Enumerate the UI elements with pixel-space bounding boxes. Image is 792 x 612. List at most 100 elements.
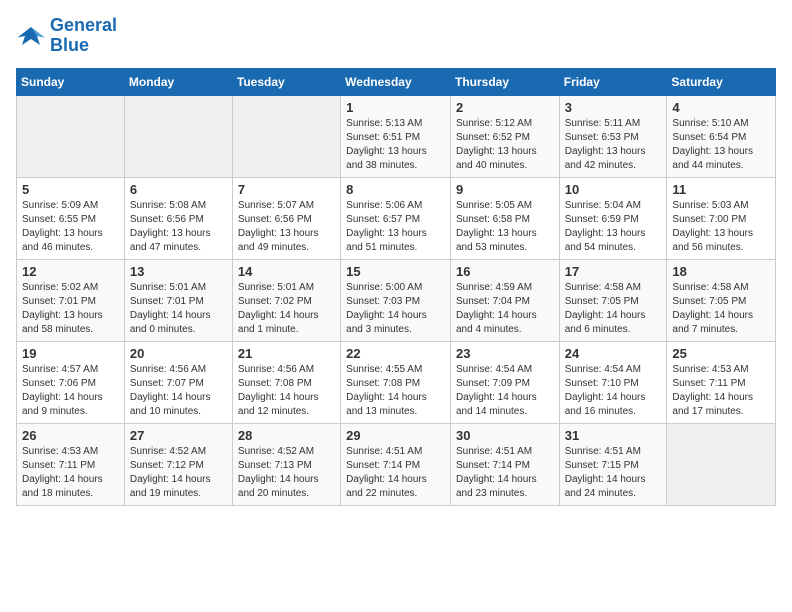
calendar-week-5: 26Sunrise: 4:53 AM Sunset: 7:11 PM Dayli… xyxy=(17,423,776,505)
day-number: 10 xyxy=(565,182,662,197)
calendar-cell: 28 Sunrise: 4:52 AM Sunset: 7:13 PM Dayli… xyxy=(232,423,340,505)
day-info: Sunrise: 5:12 AM Sunset: 6:52 PM Dayligh… xyxy=(456,117,554,173)
weekday-header-monday: Monday xyxy=(124,68,232,95)
day-info: Sunrise: 5:10 AM Sunset: 6:54 PM Dayligh… xyxy=(672,117,770,173)
day-number: 15 xyxy=(346,264,445,279)
day-info: Sunrise: 5:07 AM Sunset: 6:56 PM Dayligh… xyxy=(238,199,335,255)
calendar-cell: 11 Sunrise: 5:03 AM Sunset: 7:00 PM Dayli… xyxy=(667,177,776,259)
day-number: 7 xyxy=(238,182,335,197)
day-number: 19 xyxy=(22,346,119,361)
day-number: 26 xyxy=(22,428,119,443)
calendar-cell: 7 Sunrise: 5:07 AM Sunset: 6:56 PM Daylig… xyxy=(232,177,340,259)
day-number: 20 xyxy=(130,346,227,361)
calendar-cell: 29Sunrise: 4:51 AM Sunset: 7:14 PM Dayli… xyxy=(341,423,451,505)
weekday-header-friday: Friday xyxy=(559,68,667,95)
day-info: Sunrise: 5:02 AM Sunset: 7:01 PM Dayligh… xyxy=(22,281,119,337)
day-number: 23 xyxy=(456,346,554,361)
calendar-cell: 23 Sunrise: 4:54 AM Sunset: 7:09 PM Dayli… xyxy=(450,341,559,423)
day-info: Sunrise: 5:00 AM Sunset: 7:03 PM Dayligh… xyxy=(346,281,445,337)
calendar-cell: 26Sunrise: 4:53 AM Sunset: 7:11 PM Dayli… xyxy=(17,423,125,505)
weekday-header-thursday: Thursday xyxy=(450,68,559,95)
calendar-cell: 9 Sunrise: 5:05 AM Sunset: 6:58 PM Daylig… xyxy=(450,177,559,259)
logo-text: General Blue xyxy=(50,16,117,56)
logo-icon xyxy=(16,21,46,51)
day-number: 3 xyxy=(565,100,662,115)
day-info: Sunrise: 4:55 AM Sunset: 7:08 PM Dayligh… xyxy=(346,363,445,419)
day-number: 17 xyxy=(565,264,662,279)
calendar-cell: 22 Sunrise: 4:55 AM Sunset: 7:08 PM Dayli… xyxy=(341,341,451,423)
day-number: 27 xyxy=(130,428,227,443)
day-number: 6 xyxy=(130,182,227,197)
weekday-header-wednesday: Wednesday xyxy=(341,68,451,95)
day-info: Sunrise: 5:05 AM Sunset: 6:58 PM Dayligh… xyxy=(456,199,554,255)
calendar-cell xyxy=(17,95,125,177)
calendar-cell: 19 Sunrise: 4:57 AM Sunset: 7:06 PM Dayli… xyxy=(17,341,125,423)
calendar-cell: 8 Sunrise: 5:06 AM Sunset: 6:57 PM Daylig… xyxy=(341,177,451,259)
day-number: 13 xyxy=(130,264,227,279)
day-info: Sunrise: 4:53 AM Sunset: 7:11 PM Dayligh… xyxy=(672,363,770,419)
day-number: 24 xyxy=(565,346,662,361)
day-number: 18 xyxy=(672,264,770,279)
weekday-header-sunday: Sunday xyxy=(17,68,125,95)
calendar-cell: 30 Sunrise: 4:51 AM Sunset: 7:14 PM Dayli… xyxy=(450,423,559,505)
calendar-cell: 25Sunrise: 4:53 AM Sunset: 7:11 PM Dayli… xyxy=(667,341,776,423)
day-info: Sunrise: 4:57 AM Sunset: 7:06 PM Dayligh… xyxy=(22,363,119,419)
day-number: 1 xyxy=(346,100,445,115)
calendar-cell: 21 Sunrise: 4:56 AM Sunset: 7:08 PM Dayli… xyxy=(232,341,340,423)
day-number: 12 xyxy=(22,264,119,279)
day-info: Sunrise: 4:58 AM Sunset: 7:05 PM Dayligh… xyxy=(565,281,662,337)
calendar-cell: 14 Sunrise: 5:01 AM Sunset: 7:02 PM Dayli… xyxy=(232,259,340,341)
calendar-cell: 16Sunrise: 4:59 AM Sunset: 7:04 PM Dayli… xyxy=(450,259,559,341)
calendar-cell: 6 Sunrise: 5:08 AM Sunset: 6:56 PM Daylig… xyxy=(124,177,232,259)
day-info: Sunrise: 4:51 AM Sunset: 7:15 PM Dayligh… xyxy=(565,445,662,501)
calendar-cell: 13 Sunrise: 5:01 AM Sunset: 7:01 PM Dayli… xyxy=(124,259,232,341)
calendar-cell: 15 Sunrise: 5:00 AM Sunset: 7:03 PM Dayli… xyxy=(341,259,451,341)
day-info: Sunrise: 4:52 AM Sunset: 7:13 PM Dayligh… xyxy=(238,445,335,501)
day-number: 8 xyxy=(346,182,445,197)
calendar-cell: 4 Sunrise: 5:10 AM Sunset: 6:54 PM Daylig… xyxy=(667,95,776,177)
day-info: Sunrise: 5:06 AM Sunset: 6:57 PM Dayligh… xyxy=(346,199,445,255)
calendar-header-row: SundayMondayTuesdayWednesdayThursdayFrid… xyxy=(17,68,776,95)
calendar-week-2: 5Sunrise: 5:09 AM Sunset: 6:55 PM Daylig… xyxy=(17,177,776,259)
weekday-header-tuesday: Tuesday xyxy=(232,68,340,95)
calendar-cell: 5Sunrise: 5:09 AM Sunset: 6:55 PM Daylig… xyxy=(17,177,125,259)
day-info: Sunrise: 5:04 AM Sunset: 6:59 PM Dayligh… xyxy=(565,199,662,255)
day-number: 9 xyxy=(456,182,554,197)
day-number: 29 xyxy=(346,428,445,443)
day-number: 21 xyxy=(238,346,335,361)
calendar-cell: 27 Sunrise: 4:52 AM Sunset: 7:12 PM Dayli… xyxy=(124,423,232,505)
calendar-week-4: 19 Sunrise: 4:57 AM Sunset: 7:06 PM Dayli… xyxy=(17,341,776,423)
day-info: Sunrise: 5:03 AM Sunset: 7:00 PM Dayligh… xyxy=(672,199,770,255)
day-info: Sunrise: 4:54 AM Sunset: 7:10 PM Dayligh… xyxy=(565,363,662,419)
day-info: Sunrise: 5:01 AM Sunset: 7:02 PM Dayligh… xyxy=(238,281,335,337)
calendar-cell: 10 Sunrise: 5:04 AM Sunset: 6:59 PM Dayli… xyxy=(559,177,667,259)
day-number: 4 xyxy=(672,100,770,115)
day-info: Sunrise: 4:56 AM Sunset: 7:08 PM Dayligh… xyxy=(238,363,335,419)
day-info: Sunrise: 5:08 AM Sunset: 6:56 PM Dayligh… xyxy=(130,199,227,255)
calendar-cell: 20 Sunrise: 4:56 AM Sunset: 7:07 PM Dayli… xyxy=(124,341,232,423)
calendar: SundayMondayTuesdayWednesdayThursdayFrid… xyxy=(16,68,776,506)
day-number: 14 xyxy=(238,264,335,279)
calendar-week-3: 12 Sunrise: 5:02 AM Sunset: 7:01 PM Dayli… xyxy=(17,259,776,341)
calendar-cell: 3 Sunrise: 5:11 AM Sunset: 6:53 PM Daylig… xyxy=(559,95,667,177)
day-info: Sunrise: 5:13 AM Sunset: 6:51 PM Dayligh… xyxy=(346,117,445,173)
calendar-cell: 12 Sunrise: 5:02 AM Sunset: 7:01 PM Dayli… xyxy=(17,259,125,341)
calendar-cell: 1 Sunrise: 5:13 AM Sunset: 6:51 PM Daylig… xyxy=(341,95,451,177)
day-number: 22 xyxy=(346,346,445,361)
day-number: 30 xyxy=(456,428,554,443)
day-number: 16 xyxy=(456,264,554,279)
day-info: Sunrise: 4:56 AM Sunset: 7:07 PM Dayligh… xyxy=(130,363,227,419)
calendar-cell: 2Sunrise: 5:12 AM Sunset: 6:52 PM Daylig… xyxy=(450,95,559,177)
day-number: 11 xyxy=(672,182,770,197)
day-info: Sunrise: 5:11 AM Sunset: 6:53 PM Dayligh… xyxy=(565,117,662,173)
calendar-cell: 17 Sunrise: 4:58 AM Sunset: 7:05 PM Dayli… xyxy=(559,259,667,341)
day-info: Sunrise: 4:51 AM Sunset: 7:14 PM Dayligh… xyxy=(456,445,554,501)
day-info: Sunrise: 5:01 AM Sunset: 7:01 PM Dayligh… xyxy=(130,281,227,337)
calendar-cell xyxy=(667,423,776,505)
calendar-cell xyxy=(124,95,232,177)
day-info: Sunrise: 4:52 AM Sunset: 7:12 PM Dayligh… xyxy=(130,445,227,501)
day-number: 5 xyxy=(22,182,119,197)
calendar-cell: 18Sunrise: 4:58 AM Sunset: 7:05 PM Dayli… xyxy=(667,259,776,341)
day-number: 28 xyxy=(238,428,335,443)
day-info: Sunrise: 4:54 AM Sunset: 7:09 PM Dayligh… xyxy=(456,363,554,419)
